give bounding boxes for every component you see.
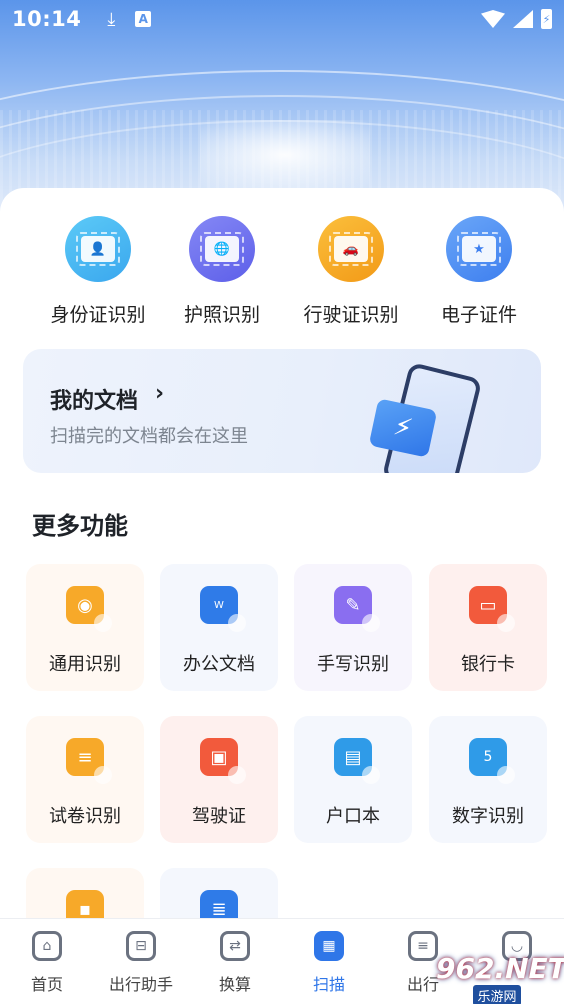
exam-paper-icon: ≡ xyxy=(66,738,112,784)
tile-label: 户口本 xyxy=(326,806,380,827)
tile-bank-card[interactable]: ▭ 银行卡 xyxy=(429,564,547,691)
tile-label: 通用识别 xyxy=(49,654,121,675)
status-right: ⚡ xyxy=(481,9,552,29)
wifi-icon xyxy=(481,10,505,28)
tile-exam-paper[interactable]: ≡ 试卷识别 xyxy=(26,716,144,843)
nav-item-home[interactable]: ⌂ 首页 xyxy=(0,931,94,995)
status-time: 10:14 xyxy=(12,7,82,31)
id-card-icon: 👤 xyxy=(65,216,131,282)
nav-item-convert[interactable]: ⇄ 换算 xyxy=(188,931,282,995)
quick-item-label: 行驶证识别 xyxy=(303,304,399,326)
quick-item-label: 护照识别 xyxy=(183,304,260,326)
pen-icon: ✎ xyxy=(334,586,380,632)
nav-label: 换算 xyxy=(218,975,251,994)
watermark-sub: 乐游网 xyxy=(473,985,521,1004)
tile-household-book[interactable]: ▤ 户口本 xyxy=(294,716,412,843)
nav-label: 出行助手 xyxy=(108,975,173,994)
tile-id-badge[interactable]: ▪ xyxy=(26,868,144,936)
tile-label: 驾驶证 xyxy=(192,806,246,827)
tile-number-recognition[interactable]: 5 数字识别 xyxy=(429,716,547,843)
bank-card-icon: ▭ xyxy=(469,586,515,632)
main-card: 👤 身份证识别 🌐 护照识别 🚗 行驶证识别 ★ 电子证件 我的文档 › 扫描完… xyxy=(0,188,564,936)
driver-license-icon: ▣ xyxy=(200,738,246,784)
electronic-id-icon: ★ xyxy=(446,216,512,282)
number-icon: 5 xyxy=(469,738,515,784)
car-license-icon: 🚗 xyxy=(318,216,384,282)
tile-document[interactable]: ≣ xyxy=(160,868,278,936)
site-watermark: 962.NET 乐游网 xyxy=(436,952,564,1004)
watermark-brand: 962.NET xyxy=(436,952,564,985)
tile-label: 数字识别 xyxy=(452,806,524,827)
quick-item-label: 电子证件 xyxy=(440,304,517,326)
camera-icon: ◉ xyxy=(66,586,112,632)
household-book-icon: ▤ xyxy=(334,738,380,784)
luggage-icon: ⊟ xyxy=(126,931,156,961)
chevron-right-icon: › xyxy=(155,381,165,406)
more-functions-title: 更多功能 xyxy=(32,512,128,540)
convert-icon: ⇄ xyxy=(220,931,250,961)
scan-icon: ▦ xyxy=(314,931,344,961)
tile-label: 试卷识别 xyxy=(49,806,121,827)
quick-item-passport[interactable]: 🌐 护照识别 xyxy=(157,216,287,327)
battery-charging-icon: ⚡ xyxy=(542,12,551,26)
nav-label: 扫描 xyxy=(312,975,345,994)
tile-label: 手写识别 xyxy=(317,654,389,675)
signal-icon xyxy=(513,10,533,28)
my-docs-banner[interactable]: 我的文档 › 扫描完的文档都会在这里 ⚡ xyxy=(23,349,541,473)
tile-driver-license[interactable]: ▣ 驾驶证 xyxy=(160,716,278,843)
quick-item-label: 身份证识别 xyxy=(50,304,146,326)
status-bar: 10:14 ⤓ A ⚡ xyxy=(0,0,564,38)
clipboard-icon: ≡ xyxy=(408,931,438,961)
quick-item-car-license[interactable]: 🚗 行驶证识别 xyxy=(286,216,416,327)
quick-item-id-card[interactable]: 👤 身份证识别 xyxy=(33,216,163,327)
tile-label: 办公文档 xyxy=(183,654,255,675)
my-docs-title: 我的文档 xyxy=(50,389,139,414)
quick-actions: 👤 身份证识别 🌐 护照识别 🚗 行驶证识别 ★ 电子证件 xyxy=(0,216,564,326)
nav-item-scan[interactable]: ▦ 扫描 xyxy=(282,931,376,995)
download-icon: ⤓ xyxy=(107,8,116,30)
nav-item-travel-assistant[interactable]: ⊟ 出行助手 xyxy=(94,931,188,995)
passport-icon: 🌐 xyxy=(189,216,255,282)
tile-office-docs[interactable]: W 办公文档 xyxy=(160,564,278,691)
home-icon: ⌂ xyxy=(32,931,62,961)
my-docs-subtitle: 扫描完的文档都会在这里 xyxy=(50,426,248,447)
tile-handwriting[interactable]: ✎ 手写识别 xyxy=(294,564,412,691)
nav-label: 首页 xyxy=(30,975,63,994)
tile-label: 银行卡 xyxy=(461,654,515,675)
hero-light xyxy=(200,120,370,190)
tile-general-recognition[interactable]: ◉ 通用识别 xyxy=(26,564,144,691)
word-doc-icon: W xyxy=(200,586,246,632)
quick-item-electronic-id[interactable]: ★ 电子证件 xyxy=(414,216,544,327)
a-badge-icon: A xyxy=(135,11,152,27)
battery-icon: ⚡ xyxy=(541,9,552,29)
